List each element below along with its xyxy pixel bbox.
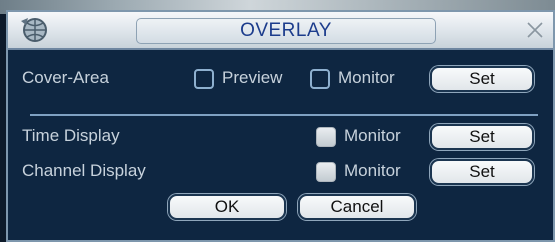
time-display-set-button[interactable]: Set — [430, 124, 534, 150]
time-display-monitor-checkbox[interactable] — [316, 127, 336, 147]
cover-area-monitor-checkbox[interactable] — [310, 69, 330, 89]
channel-display-set-button[interactable]: Set — [430, 159, 534, 185]
title-bar: OVERLAY — [8, 12, 553, 50]
title-pill: OVERLAY — [136, 18, 436, 44]
dialog-title: OVERLAY — [240, 20, 332, 41]
cover-area-label: Cover-Area — [22, 68, 109, 87]
overlay-dialog: OVERLAY Cover-Area Preview Monitor Set T… — [6, 10, 555, 242]
channel-display-row: Channel Display Monitor Set — [8, 157, 553, 187]
time-display-monitor-label: Monitor — [344, 126, 401, 145]
cover-area-row: Cover-Area Preview Monitor Set — [8, 64, 553, 94]
time-display-label: Time Display — [22, 126, 120, 145]
close-icon[interactable] — [523, 18, 547, 42]
globe-icon — [21, 18, 47, 42]
channel-display-monitor-checkbox[interactable] — [316, 162, 336, 182]
cancel-button[interactable]: Cancel — [298, 194, 416, 220]
cover-area-preview-label: Preview — [222, 68, 283, 87]
channel-display-label: Channel Display — [22, 161, 146, 180]
ok-button[interactable]: OK — [168, 194, 286, 220]
time-display-row: Time Display Monitor Set — [8, 122, 553, 152]
channel-display-monitor-label: Monitor — [344, 161, 401, 180]
cover-area-monitor-label: Monitor — [338, 68, 395, 87]
cover-area-set-button[interactable]: Set — [430, 66, 534, 92]
cover-area-preview-checkbox[interactable] — [194, 69, 214, 89]
section-divider — [30, 114, 538, 116]
